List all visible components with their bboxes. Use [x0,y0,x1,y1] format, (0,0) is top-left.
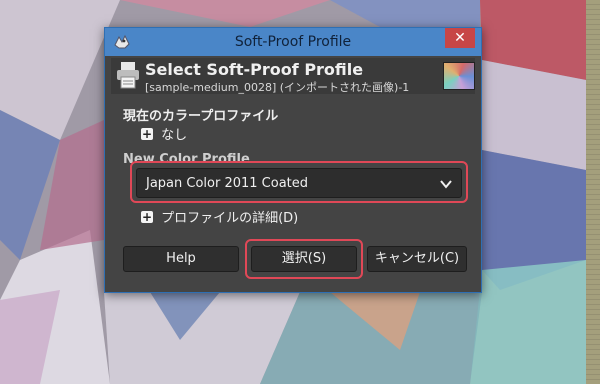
expand-plus-icon[interactable]: + [141,127,153,140]
current-profile-value: なし [161,128,188,143]
help-button[interactable]: Help [123,246,239,272]
dialog-header: Select Soft-Proof Profile [sample-medium… [111,58,475,94]
expand-plus-icon[interactable]: + [141,210,153,223]
profile-dropdown-value: Japan Color 2011 Coated [146,176,309,191]
current-profile-expander[interactable]: + なし [141,123,187,143]
header-title: Select Soft-Proof Profile [145,60,364,79]
dialog-titlebar[interactable]: Soft-Proof Profile ✕ [105,28,481,56]
canvas-ruler [586,0,600,384]
image-thumbnail [443,62,475,90]
profile-dropdown[interactable]: Japan Color 2011 Coated [136,168,462,198]
close-icon: ✕ [454,30,466,46]
header-subtitle: [sample-medium_0028] (インポートされた画像)-1 [145,81,410,94]
chevron-down-icon [440,180,452,189]
select-button[interactable]: 選択(S) [251,246,357,272]
printer-profile-icon [117,62,139,89]
dialog-title: Soft-Proof Profile [234,34,352,50]
current-profile-label: 現在のカラープロファイル [123,109,279,124]
soft-proof-dialog: Soft-Proof Profile ✕ Select Soft-Proof P… [104,27,482,293]
cancel-button[interactable]: キャンセル(C) [367,246,467,272]
profile-details-label: プロファイルの詳細(D) [161,211,299,226]
close-button[interactable]: ✕ [445,28,475,48]
profile-details-expander[interactable]: + プロファイルの詳細(D) [141,206,298,226]
